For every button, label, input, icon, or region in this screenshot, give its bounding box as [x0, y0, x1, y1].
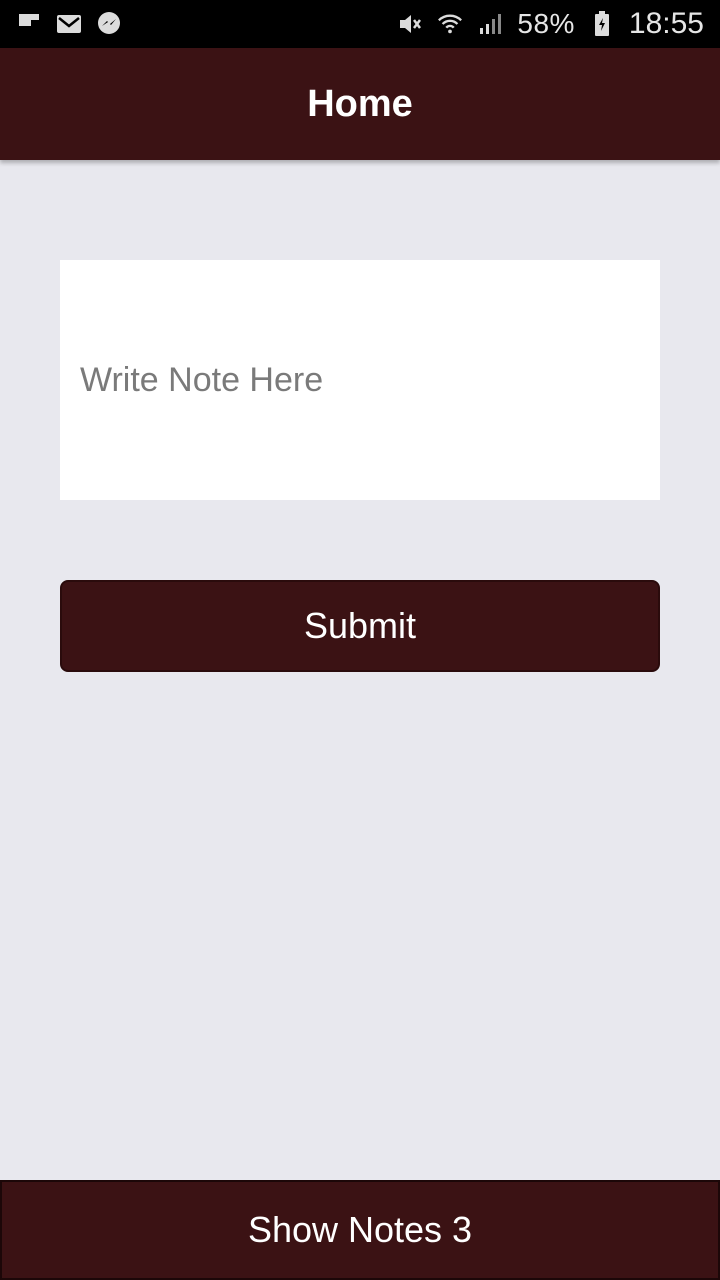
status-bar: 58% 18:55 [0, 0, 720, 48]
app-bar: Home [0, 48, 720, 160]
note-input[interactable] [60, 260, 660, 500]
wifi-icon [437, 11, 463, 37]
battery-icon [589, 11, 615, 37]
battery-percent: 58% [517, 8, 575, 39]
clock: 18:55 [628, 7, 704, 40]
mute-icon [397, 11, 423, 37]
show-notes-button[interactable]: Show Notes 3 [0, 1180, 720, 1280]
submit-button[interactable]: Submit [60, 580, 660, 672]
submit-button-label: Submit [303, 605, 417, 646]
page-title: Home [307, 82, 413, 125]
gmail-icon [56, 11, 82, 37]
flipboard-icon [16, 11, 42, 37]
signal-icon [477, 11, 503, 37]
show-notes-button-label: Show Notes 3 [247, 1209, 473, 1250]
status-bar-right: 58% 18:55 [397, 7, 704, 41]
messenger-icon [96, 11, 122, 37]
status-bar-left [16, 11, 122, 37]
